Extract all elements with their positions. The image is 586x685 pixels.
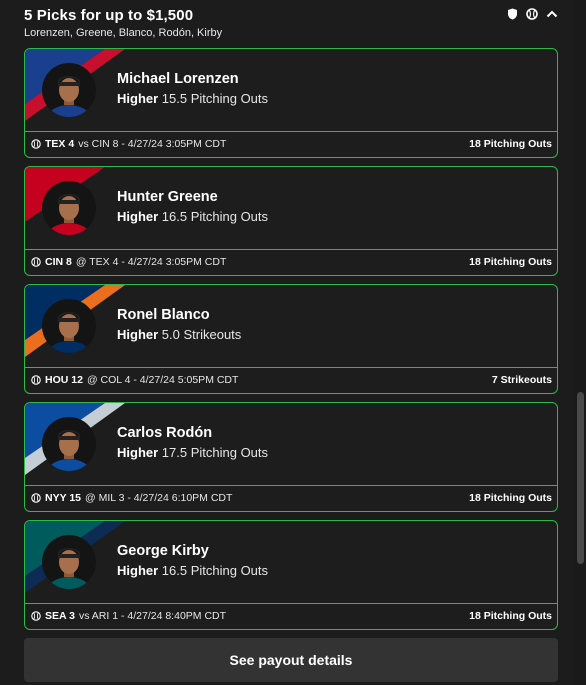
team-score: NYY 15 (45, 492, 81, 504)
lineup-title: 5 Picks for up to $1,500 (24, 7, 194, 24)
game-matchup: @ TEX 4 - 4/27/24 3:05PM CDT (75, 256, 227, 268)
pick-stat-line: 15.5 Pitching Outs (161, 91, 269, 106)
pick-card-footer: CIN 8 @ TEX 4 - 4/27/24 3:05PM CDT 18 Pi… (25, 249, 557, 275)
player-name: Carlos Rodón (117, 425, 213, 441)
pick-card-body: George Kirby Higher 16.5 Pitching Outs (25, 521, 557, 603)
pick-result: 18 Pitching Outs (469, 610, 552, 622)
pick-card-footer: HOU 12 @ COL 4 - 4/27/24 5:05PM CDT 7 St… (25, 367, 557, 393)
pick-projection: Higher 16.5 Pitching Outs (117, 563, 268, 578)
pick-card[interactable]: Carlos Rodón Higher 17.5 Pitching Outs N… (24, 402, 558, 512)
pick-stat-line: 5.0 Strikeouts (161, 327, 242, 342)
pick-stat-line: 16.5 Pitching Outs (161, 209, 269, 224)
pick-stat-line: 17.5 Pitching Outs (161, 445, 269, 460)
baseball-icon (31, 257, 41, 267)
player-avatar (42, 299, 96, 353)
game-info: HOU 12 @ COL 4 - 4/27/24 5:05PM CDT (31, 374, 238, 386)
player-avatar (42, 181, 96, 235)
player-name: Hunter Greene (117, 189, 218, 205)
game-matchup: vs ARI 1 - 4/27/24 8:40PM CDT (78, 610, 227, 622)
pick-card-footer: SEA 3 vs ARI 1 - 4/27/24 8:40PM CDT 18 P… (25, 603, 557, 629)
game-matchup: vs CIN 8 - 4/27/24 3:05PM CDT (78, 138, 227, 150)
scrollbar-thumb[interactable] (577, 392, 584, 564)
pick-card[interactable]: Ronel Blanco Higher 5.0 Strikeouts HOU 1… (24, 284, 558, 394)
pick-direction: Higher (117, 327, 159, 342)
baseball-icon (31, 611, 41, 621)
lineup-header[interactable]: 5 Picks for up to $1,500 Lorenzen, Green… (24, 6, 558, 40)
game-info: CIN 8 @ TEX 4 - 4/27/24 3:05PM CDT (31, 256, 226, 268)
game-info: NYY 15 @ MIL 3 - 4/27/24 6:10PM CDT (31, 492, 232, 504)
team-score: HOU 12 (45, 374, 83, 386)
team-score: SEA 3 (45, 610, 75, 622)
pick-stat-line: 16.5 Pitching Outs (161, 563, 269, 578)
player-avatar (42, 535, 96, 589)
pick-projection: Higher 17.5 Pitching Outs (117, 445, 268, 460)
player-name: Ronel Blanco (117, 307, 210, 323)
pick-projection: Higher 15.5 Pitching Outs (117, 91, 268, 106)
scrollbar[interactable] (574, 0, 586, 685)
baseball-icon (31, 139, 41, 149)
team-score: TEX 4 (45, 138, 75, 150)
team-score: CIN 8 (45, 256, 72, 268)
baseball-icon (31, 375, 41, 385)
player-avatar (42, 63, 96, 117)
see-payout-details-button[interactable]: See payout details (24, 638, 558, 682)
shield-icon[interactable] (507, 8, 518, 20)
lineup-subtitle: Lorenzen, Greene, Blanco, Rodón, Kirby (24, 27, 223, 39)
game-info: SEA 3 vs ARI 1 - 4/27/24 8:40PM CDT (31, 610, 226, 622)
game-info: TEX 4 vs CIN 8 - 4/27/24 3:05PM CDT (31, 138, 226, 150)
pick-card-body: Carlos Rodón Higher 17.5 Pitching Outs (25, 403, 557, 485)
pick-result: 18 Pitching Outs (469, 138, 552, 150)
lineup-panel: 5 Picks for up to $1,500 Lorenzen, Green… (0, 0, 574, 685)
pick-card-body: Ronel Blanco Higher 5.0 Strikeouts (25, 285, 557, 367)
pick-card-body: Hunter Greene Higher 16.5 Pitching Outs (25, 167, 557, 249)
pick-result: 7 Strikeouts (491, 374, 552, 386)
pick-card-footer: TEX 4 vs CIN 8 - 4/27/24 3:05PM CDT 18 P… (25, 131, 557, 157)
pick-card-footer: NYY 15 @ MIL 3 - 4/27/24 6:10PM CDT 18 P… (25, 485, 557, 511)
pick-direction: Higher (117, 445, 159, 460)
player-name: George Kirby (117, 543, 209, 559)
pick-card-body: Michael Lorenzen Higher 15.5 Pitching Ou… (25, 49, 557, 131)
player-avatar (42, 417, 96, 471)
pick-projection: Higher 16.5 Pitching Outs (117, 209, 268, 224)
pick-card[interactable]: Michael Lorenzen Higher 15.5 Pitching Ou… (24, 48, 558, 158)
player-name: Michael Lorenzen (117, 71, 239, 87)
baseball-icon[interactable] (526, 8, 538, 20)
pick-result: 18 Pitching Outs (469, 256, 552, 268)
pick-direction: Higher (117, 91, 159, 106)
pick-card[interactable]: George Kirby Higher 16.5 Pitching Outs S… (24, 520, 558, 630)
chevron-up-icon[interactable] (546, 9, 558, 19)
game-matchup: @ MIL 3 - 4/27/24 6:10PM CDT (85, 492, 233, 504)
pick-result: 18 Pitching Outs (469, 492, 552, 504)
payout-button-label: See payout details (229, 652, 353, 668)
pick-card[interactable]: Hunter Greene Higher 16.5 Pitching Outs … (24, 166, 558, 276)
baseball-icon (31, 493, 41, 503)
pick-direction: Higher (117, 563, 159, 578)
pick-direction: Higher (117, 209, 159, 224)
pick-projection: Higher 5.0 Strikeouts (117, 327, 241, 342)
game-matchup: @ COL 4 - 4/27/24 5:05PM CDT (86, 374, 239, 386)
